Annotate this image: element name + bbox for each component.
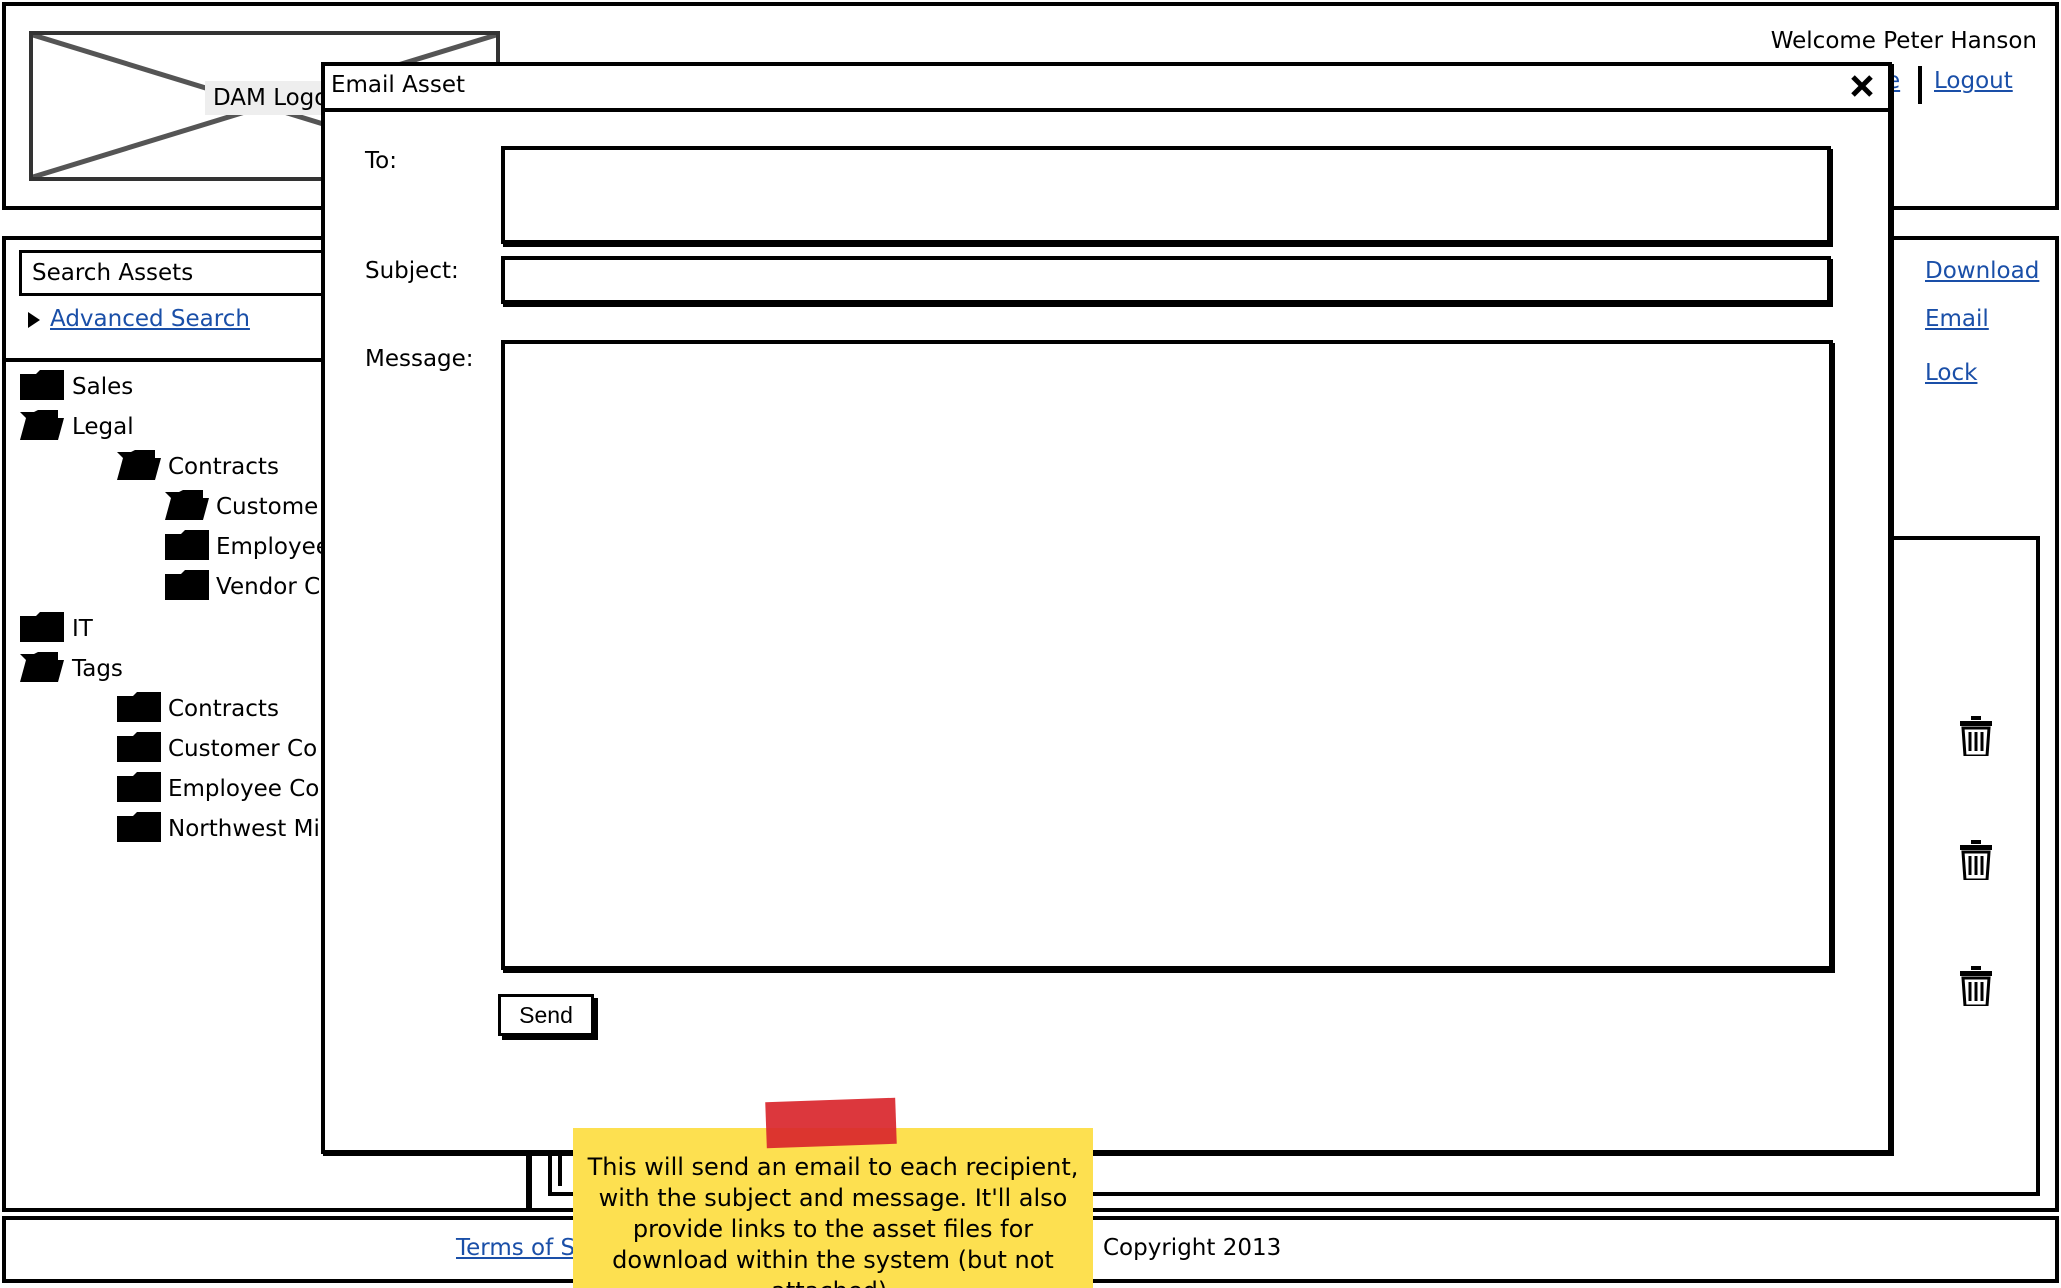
folder-open-icon [20, 652, 64, 682]
tree-item-legal[interactable]: Legal [72, 414, 134, 440]
folder-open-icon [117, 450, 161, 480]
advanced-search-link[interactable]: Advanced Search [50, 306, 250, 332]
sticky-note-text: This will send an email to each recipien… [587, 1153, 1079, 1288]
folder-open-icon [20, 410, 64, 440]
folder-closed-icon [117, 692, 161, 722]
logo-label: DAM Logo [205, 81, 337, 115]
tree-item-it[interactable]: IT [72, 616, 93, 642]
folder-closed-icon [20, 370, 64, 400]
logout-link[interactable]: Logout [1934, 68, 2013, 94]
tree-item-tag-contracts[interactable]: Contracts [168, 696, 279, 722]
tree-item-tag-customer-contracts[interactable]: Customer Co [168, 736, 317, 762]
trash-icon[interactable] [1959, 966, 1993, 1006]
header-link-divider [1918, 66, 1922, 104]
tree-item-tag-northwest[interactable]: Northwest Mil [168, 816, 326, 842]
tree-item-employee-contracts[interactable]: Employee [216, 534, 330, 560]
folder-closed-icon [165, 530, 209, 560]
tree-item-tag-employee-contracts[interactable]: Employee Co [168, 776, 319, 802]
subject-label: Subject: [365, 258, 459, 284]
email-asset-dialog: Email Asset To: Subject: Message: Send [321, 62, 1892, 1154]
dialog-title: Email Asset [331, 72, 465, 98]
tree-item-customer-contracts[interactable]: Custome [216, 494, 318, 520]
folder-closed-icon [117, 732, 161, 762]
folder-closed-icon [20, 612, 64, 642]
folder-closed-icon [117, 812, 161, 842]
lock-link[interactable]: Lock [1925, 360, 1977, 386]
folder-closed-icon [117, 772, 161, 802]
annotation-sticky-note: This will send an email to each recipien… [573, 1128, 1093, 1288]
subject-field[interactable] [501, 256, 1831, 304]
tree-item-vendor-contracts[interactable]: Vendor C [216, 574, 320, 600]
search-placeholder: Search Assets [32, 260, 194, 286]
welcome-text: Welcome Peter Hanson [1770, 28, 2037, 54]
tree-item-sales[interactable]: Sales [72, 374, 133, 400]
tree-item-contracts[interactable]: Contracts [168, 454, 279, 480]
trash-icon[interactable] [1959, 716, 1993, 756]
dialog-titlebar: Email Asset [325, 66, 1888, 112]
send-button[interactable]: Send [498, 994, 594, 1036]
download-link[interactable]: Download [1925, 258, 2039, 284]
message-field[interactable] [501, 340, 1833, 970]
message-label: Message: [365, 346, 474, 372]
to-field[interactable] [501, 146, 1831, 244]
asset-list-row-edge [558, 1150, 562, 1186]
sticky-note-tape [765, 1097, 897, 1149]
to-label: To: [365, 148, 397, 174]
email-link[interactable]: Email [1925, 306, 1989, 332]
folder-open-icon [165, 490, 209, 520]
tree-item-tags[interactable]: Tags [72, 656, 123, 682]
folder-closed-icon [165, 570, 209, 600]
expand-triangle-icon[interactable] [28, 312, 40, 328]
trash-icon[interactable] [1959, 840, 1993, 880]
close-icon[interactable] [1850, 74, 1874, 98]
terms-link[interactable]: Terms of S [456, 1235, 575, 1261]
copyright-text: Copyright 2013 [1103, 1235, 1282, 1261]
